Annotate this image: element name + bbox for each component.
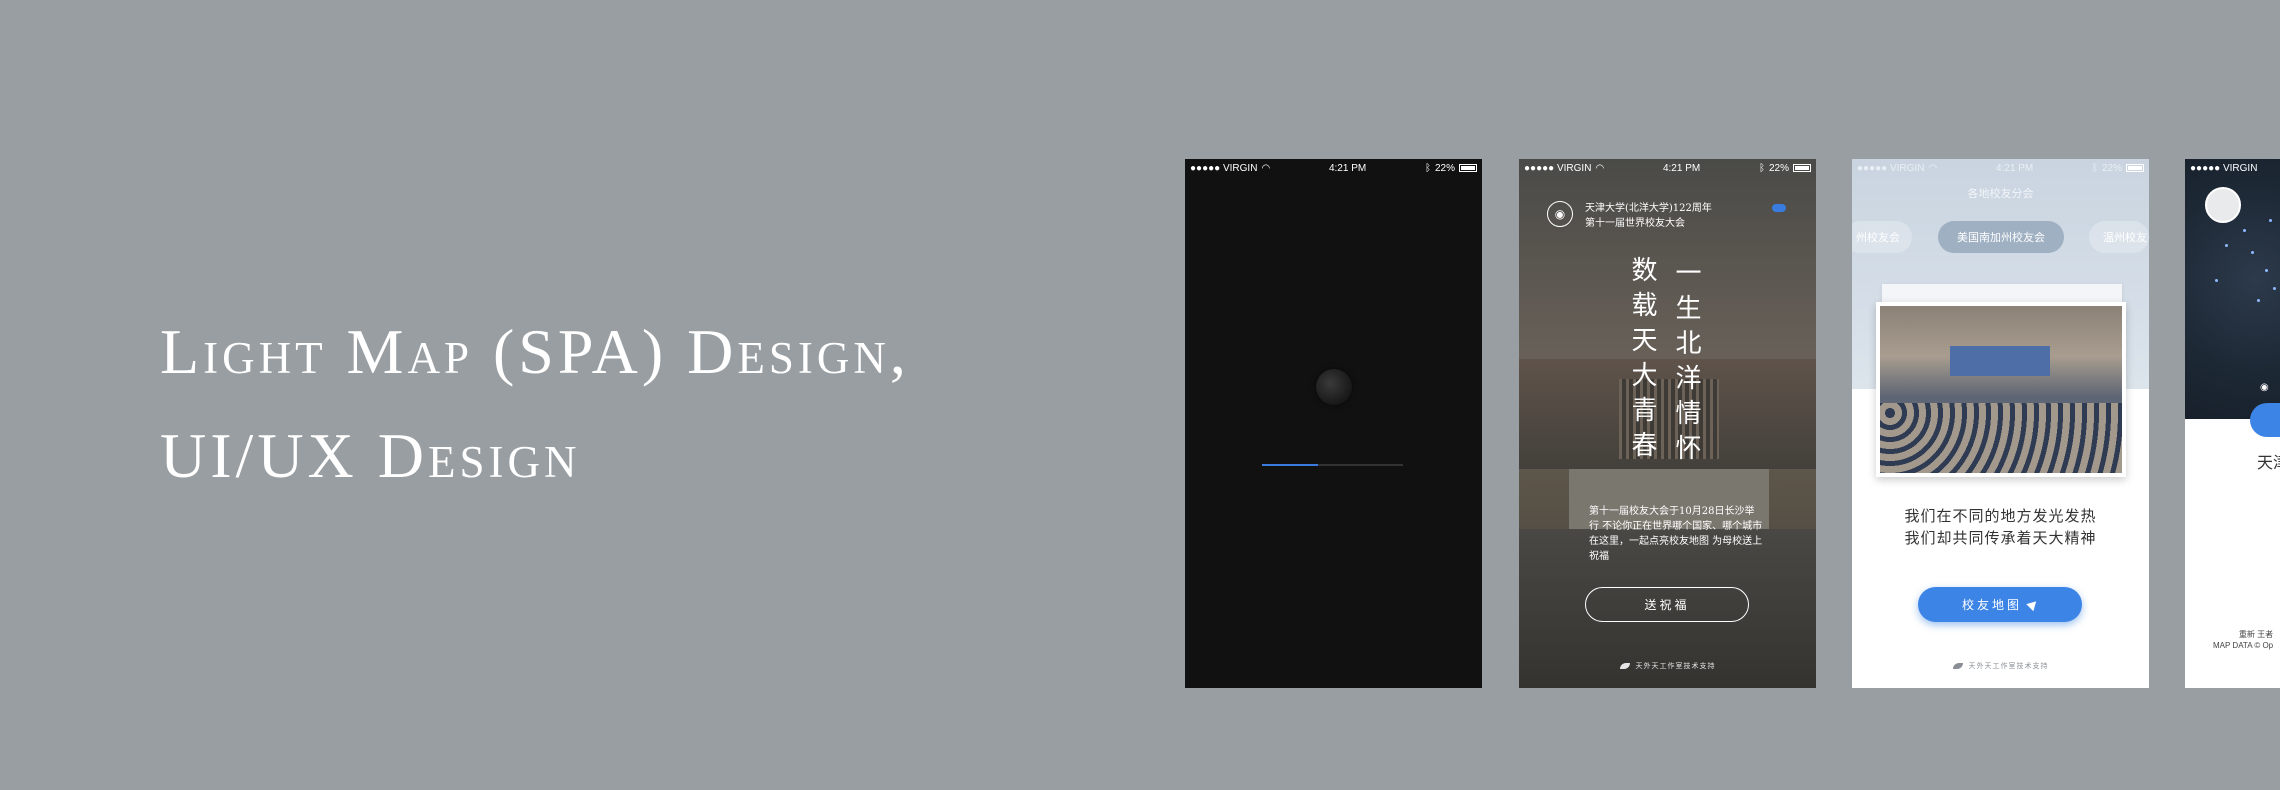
poster-header: 天津大学(北洋大学)122周年 第十一届世界校友大会 <box>1585 201 1712 231</box>
battery-percent: 22% <box>2101 162 2122 174</box>
carrier: ●●●●● VIRGIN <box>2190 162 2258 174</box>
alumni-screen: ●●●●● VIRGIN ◠ 4:21 PM ᛒ 22% 各地校友分会 州校友会 美… <box>1852 159 2149 688</box>
time: 4:21 PM <box>1995 162 2034 174</box>
alumni-slogan-line-2: 我们却共同传承着天大精神 <box>1904 529 2097 547</box>
branch-chip[interactable]: 州校友会 <box>1852 221 1912 253</box>
poster-footer: 天外天工作室技术支持 <box>1519 661 1816 671</box>
title-line-1: Light Map (SPA) Design, <box>160 316 910 387</box>
status-bar: ●●●●● VIRGIN ◠ 4:21 PM ᛒ 22% <box>1185 159 1482 177</box>
globe-icon <box>1316 369 1352 405</box>
map-credit: 重新 王者 MAP DATA © Op <box>2213 629 2273 651</box>
time: 4:21 PM <box>1662 162 1701 174</box>
send-blessing-button[interactable]: 送祝福 <box>1585 587 1749 622</box>
send-icon <box>2026 597 2040 612</box>
hero-title: Light Map (SPA) Design, UI/UX Design <box>160 300 910 508</box>
wifi-icon: ◠ <box>1928 162 1938 174</box>
map-dot <box>2225 244 2228 247</box>
poster-caption: 第十一届校友大会于10月28日长沙举行 不论你正在世界哪个国家、哪个城市 在这里… <box>1589 506 1763 562</box>
title-line-2: UI/UX Design <box>160 420 581 491</box>
map-dot <box>2215 279 2218 282</box>
wifi-icon: ◠ <box>1261 162 1271 174</box>
alumni-heading: 各地校友分会 <box>1967 187 2034 200</box>
loading-progress-bar <box>1262 464 1403 466</box>
carrier: ●●●●● VIRGIN <box>1190 162 1258 174</box>
carrier: ●●●●● VIRGIN <box>1857 162 1925 174</box>
poster-header-line-2: 第十一届世界校友大会 <box>1585 218 1685 229</box>
battery-percent: 22% <box>1768 162 1789 174</box>
bluetooth-icon: ᛒ <box>1758 162 1765 174</box>
campus-building-photo <box>1519 359 1816 469</box>
battery-icon <box>1459 164 1477 172</box>
map-dot <box>2273 287 2276 290</box>
carrier: ●●●●● VIRGIN <box>1524 162 1592 174</box>
loading-progress-fill <box>1262 464 1319 466</box>
bluetooth-icon: ᛒ <box>1424 162 1431 174</box>
time: 4:21 PM <box>1328 162 1367 174</box>
alumni-slogan: 我们在不同的地方发光发热 我们却共同传承着天大精神 <box>1852 505 2149 549</box>
map-dot <box>2243 229 2246 232</box>
map-dot <box>2251 251 2254 254</box>
avatar-icon[interactable] <box>2205 187 2241 223</box>
alumni-map-button-label: 校友地图 <box>1961 598 2022 612</box>
map-credit-line-1: 重新 王者 <box>2238 630 2274 639</box>
wifi-icon: ◠ <box>1595 162 1605 174</box>
leaf-icon <box>1619 663 1630 669</box>
map-dot <box>2269 219 2272 222</box>
alumni-group-photo <box>1876 302 2126 477</box>
loading-screen: ●●●●● VIRGIN ◠ 4:21 PM ᛒ 22% <box>1185 159 1482 688</box>
map-location-label: 天津 <box>2257 453 2280 472</box>
map-dot <box>2257 299 2260 302</box>
alumni-footer: 天外天工作室技术支持 <box>1852 661 2149 671</box>
verse-column-1: 一生北洋情怀 <box>1671 259 1701 469</box>
map-action-button[interactable] <box>2250 403 2280 437</box>
status-bar: ●●●●● VIRGIN <box>2185 159 2280 177</box>
battery-percent: 22% <box>1434 162 1455 174</box>
status-bar: ●●●●● VIRGIN ◠ 4:21 PM ᛒ 22% <box>1852 159 2149 177</box>
poster-footer-text: 天外天工作室技术支持 <box>1635 662 1716 670</box>
alumni-footer-text: 天外天工作室技术支持 <box>1968 662 2049 670</box>
location-pin-icon: ◉ <box>2260 382 2269 393</box>
battery-icon <box>2126 164 2144 172</box>
alumni-map-button[interactable]: 校友地图 <box>1918 587 2082 622</box>
branch-chip[interactable]: 温州校友 <box>2089 221 2149 253</box>
poster-screen: ●●●●● VIRGIN ◠ 4:21 PM ᛒ 22% ◉ 天津大学(北洋大学)1… <box>1519 159 1816 688</box>
map-credit-line-2: MAP DATA © Op <box>2213 641 2274 650</box>
photo-stack-back <box>1882 284 2122 304</box>
poster-header-line-1: 天津大学(北洋大学)122周年 <box>1585 203 1712 214</box>
music-toggle[interactable] <box>1772 204 1786 212</box>
alumni-slogan-line-1: 我们在不同的地方发光发热 <box>1904 507 2097 525</box>
seal-icon: ◉ <box>1547 201 1573 227</box>
verse-column-2: 数载天大青春 <box>1627 256 1657 466</box>
map-dot <box>2265 269 2268 272</box>
status-bar: ●●●●● VIRGIN ◠ 4:21 PM ᛒ 22% <box>1519 159 1816 177</box>
bluetooth-icon: ᛒ <box>2091 162 2098 174</box>
battery-icon <box>1793 164 1811 172</box>
photo-banner <box>1950 346 2050 376</box>
leaf-icon <box>1952 663 1963 669</box>
branch-chip-active[interactable]: 美国南加州校友会 <box>1938 221 2064 253</box>
photo-crowd <box>1880 403 2122 473</box>
map-screen: ●●●●● VIRGIN ◉ 天津 重新 王者 MAP DATA © Op <box>2185 159 2280 688</box>
